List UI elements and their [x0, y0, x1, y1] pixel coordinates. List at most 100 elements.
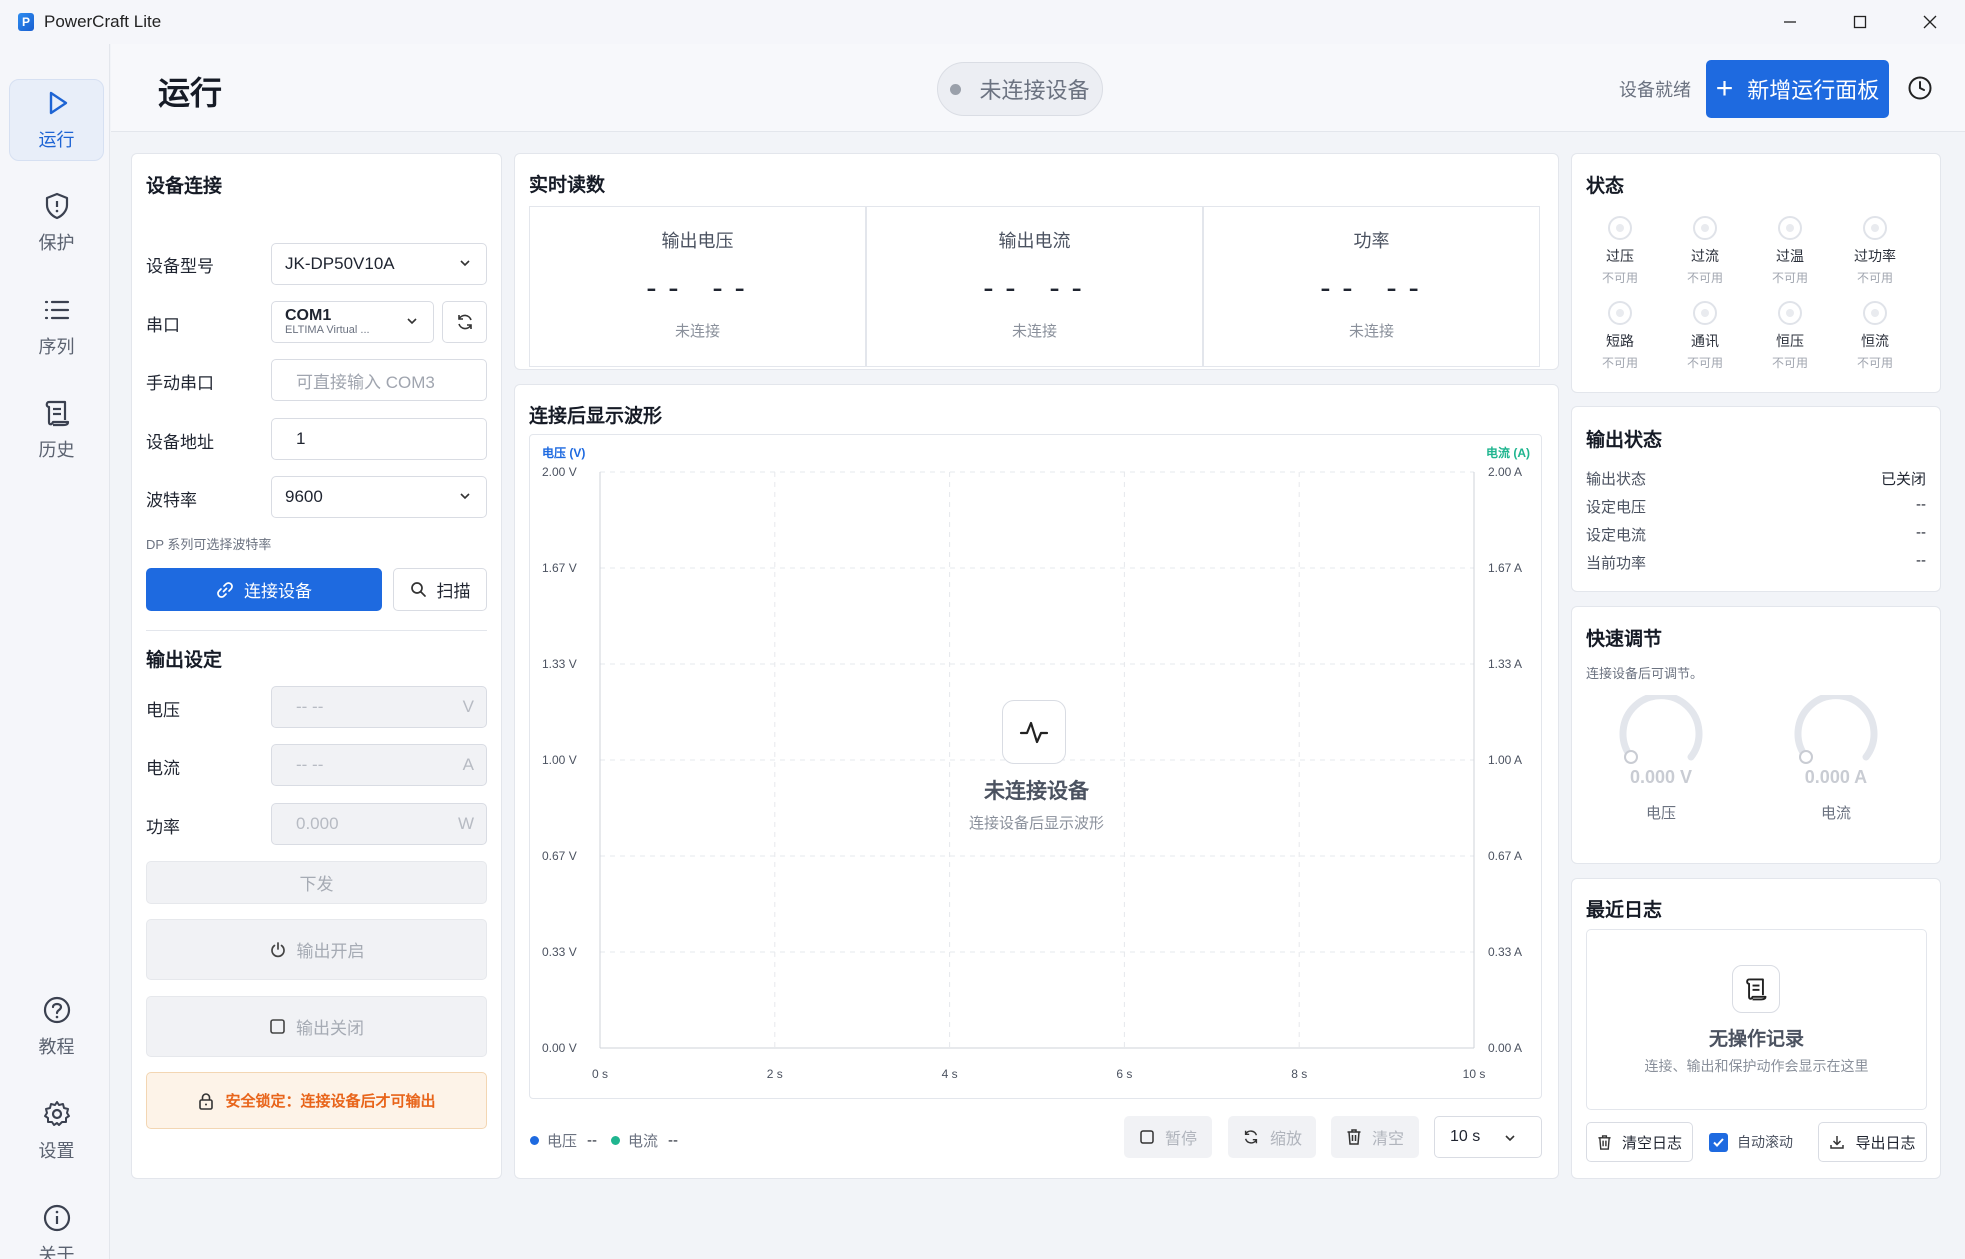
y-tick-label-right: 0.67 A	[1488, 849, 1522, 863]
sidebar-item-run[interactable]: 运行	[9, 79, 104, 161]
refresh-ports-button[interactable]	[442, 301, 487, 343]
sidebar-item-label: 运行	[38, 130, 75, 150]
output-status-row: 输出状态 已关闭	[1586, 468, 1926, 489]
voltage-input[interactable]: -- -- V	[271, 686, 487, 728]
y-tick-label-left: 0.67 V	[542, 849, 577, 863]
sidebar-item-about[interactable]: 关于	[9, 1194, 104, 1259]
baud-rate-select[interactable]: 9600	[271, 476, 487, 518]
kv-key: 输出状态	[1586, 471, 1647, 488]
kv-value: 已关闭	[1880, 471, 1926, 488]
clear-chart-button[interactable]: 清空	[1331, 1116, 1419, 1158]
scroll-icon	[1746, 978, 1767, 1001]
manual-port-input[interactable]: 可直接输入 COM3	[271, 359, 487, 401]
time-window-value: 10 s	[1450, 1128, 1481, 1145]
legend-voltage-value: --	[587, 1132, 598, 1149]
clear-log-label: 清空日志	[1621, 1134, 1682, 1152]
activity-icon	[1019, 721, 1049, 744]
readout-label: 功率	[1353, 231, 1390, 251]
status-indicator: 通讯 不可用	[1665, 301, 1745, 371]
realtime-readings-card: 实时读数 输出电压 -- -- 未连接 输出电流 -- -- 未连接 功率 --…	[514, 153, 1559, 370]
status-dot-icon	[950, 83, 962, 95]
sidebar-item-sequence[interactable]: 序列	[9, 286, 104, 368]
readout-label: 输出电流	[998, 231, 1071, 251]
device-address-input[interactable]: 1	[271, 418, 487, 460]
x-tick-label: 6 s	[1116, 1067, 1132, 1081]
status-state: 不可用	[1686, 271, 1723, 285]
status-indicator: 过温 不可用	[1750, 216, 1830, 286]
connect-device-label: 连接设备	[244, 582, 312, 601]
voltage-knob[interactable]: 0.000 V 电压	[1611, 695, 1711, 823]
send-button[interactable]: 下发	[146, 861, 487, 904]
log-empty-badge	[1732, 965, 1780, 1013]
autoscroll-toggle[interactable]: 自动滚动	[1709, 1132, 1793, 1152]
readout-status: 未连接	[1348, 323, 1394, 340]
status-state: 不可用	[1601, 356, 1638, 370]
realtime-title: 实时读数	[529, 175, 606, 196]
port-label: 串口	[146, 316, 180, 335]
add-run-panel-button[interactable]: + 新增运行面板	[1706, 60, 1889, 118]
y-tick-label-left: 0.00 V	[542, 1041, 577, 1055]
status-title: 状态	[1586, 176, 1625, 197]
power-input[interactable]: 0.000 W	[271, 803, 487, 845]
list-icon	[44, 300, 69, 320]
current-unit: A	[462, 755, 474, 774]
sidebar-item-settings[interactable]: 设置	[9, 1090, 104, 1172]
model-value: JK-DP50V10A	[285, 254, 395, 273]
scan-label: 扫描	[436, 582, 471, 601]
pause-button[interactable]: 暂停	[1124, 1116, 1212, 1158]
log-empty-title: 无操作记录	[1708, 1029, 1804, 1050]
title-bar: P PowerCraft Lite	[0, 0, 1965, 44]
port-value: COM1	[285, 307, 332, 324]
output-status-title: 输出状态	[1586, 430, 1663, 451]
zoom-button[interactable]: 缩放	[1228, 1116, 1316, 1158]
page-title: 运行	[158, 75, 223, 111]
lock-icon	[199, 1092, 214, 1110]
connect-device-button[interactable]: 连接设备	[146, 568, 382, 611]
output-off-button[interactable]: 输出关闭	[146, 996, 487, 1057]
app-logo-icon: P	[18, 13, 34, 31]
status-state: 不可用	[1686, 356, 1723, 370]
maximize-icon	[1853, 15, 1867, 29]
trash-icon	[1598, 1134, 1611, 1150]
manual-port-label: 手动串口	[146, 374, 214, 393]
clear-log-button[interactable]: 清空日志	[1586, 1122, 1693, 1162]
status-state: 不可用	[1771, 271, 1808, 285]
legend-current-value: --	[668, 1132, 679, 1149]
y-tick-label-left: 0.33 V	[542, 945, 577, 959]
export-log-button[interactable]: 导出日志	[1818, 1122, 1927, 1162]
log-empty-subtitle: 连接、输出和保护动作会显示在这里	[1644, 1058, 1869, 1074]
legend-voltage-label: 电压	[547, 1133, 578, 1150]
y-tick-label-left: 2.00 V	[542, 465, 577, 479]
link-icon	[217, 581, 233, 598]
sidebar-item-protect[interactable]: 保护	[9, 182, 104, 264]
readout-current: 输出电流 -- -- 未连接	[866, 206, 1203, 367]
model-select[interactable]: JK-DP50V10A	[271, 243, 487, 285]
checkbox-checked-icon[interactable]	[1709, 1132, 1728, 1152]
current-input[interactable]: -- -- A	[271, 744, 487, 786]
maximize-button[interactable]	[1825, 0, 1895, 44]
legend-voltage: 电压 --	[530, 1130, 597, 1151]
kv-key: 设定电流	[1586, 527, 1647, 544]
port-select[interactable]: COM1 ELTIMA Virtual ...	[271, 301, 434, 343]
output-on-button[interactable]: 输出开启	[146, 919, 487, 980]
current-label: 电流	[146, 759, 180, 778]
y-tick-label-right: 1.67 A	[1488, 561, 1522, 575]
sidebar-item-tutorial[interactable]: 教程	[9, 986, 104, 1068]
scan-button[interactable]: 扫描	[393, 568, 487, 611]
minimize-button[interactable]	[1755, 0, 1825, 44]
clock-icon[interactable]	[1906, 74, 1934, 102]
power-label: 功率	[146, 818, 180, 837]
current-knob[interactable]: 0.000 A 电流	[1786, 695, 1886, 823]
waveform-chart-svg: 2.00 V 2.00 A 1.67 V 1.67 A 1.33 V 1.33 A 1.00…	[542, 445, 1530, 1081]
log-empty-panel: 无操作记录 连接、输出和保护动作会显示在这里	[1586, 929, 1927, 1110]
knob-ring-icon	[1619, 695, 1703, 764]
recent-log-title: 最近日志	[1586, 900, 1663, 921]
close-button[interactable]	[1895, 0, 1965, 44]
play-icon	[49, 91, 67, 115]
time-window-select[interactable]: 10 s	[1434, 1116, 1542, 1158]
y-axis-title-left: 电压 (V)	[542, 445, 585, 460]
status-name: 恒压	[1776, 333, 1804, 349]
device-connection-title: 设备连接	[146, 176, 223, 197]
page-header: 运行 未连接设备 设备就绪 + 新增运行面板	[111, 44, 1965, 132]
sidebar-item-history[interactable]: 历史	[9, 389, 104, 471]
